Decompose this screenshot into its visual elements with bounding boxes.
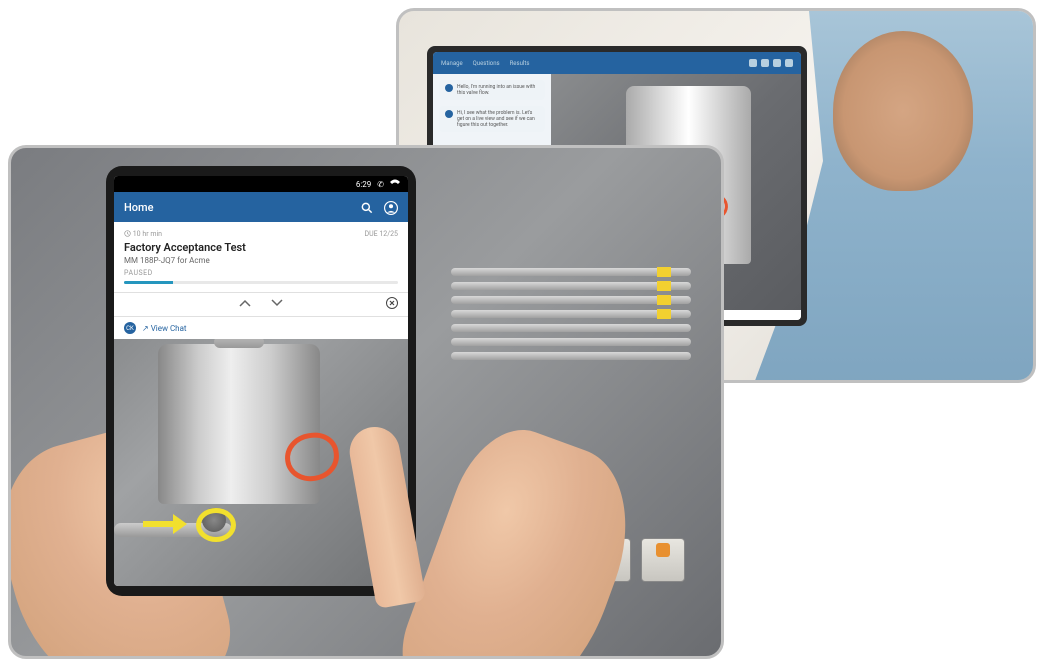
equipment-tank [158, 344, 320, 505]
nav-up-button[interactable] [239, 299, 251, 310]
app-header-bar: Manage Questions Results [433, 52, 801, 74]
chat-avatar-badge: CK [124, 322, 136, 334]
task-subtitle: MM 188P-JQ7 for Acme [124, 256, 398, 265]
chat-message[interactable]: Hello, I'm running into an issue with th… [439, 80, 545, 100]
status-time: 6:29 [356, 180, 371, 189]
settings-icon[interactable] [761, 59, 769, 67]
profile-icon[interactable] [384, 200, 398, 214]
task-duration: 10 hr min [124, 230, 162, 238]
pipe [451, 352, 691, 360]
task-title: Factory Acceptance Test [124, 241, 398, 254]
yellow-annotation-arrow [143, 521, 183, 527]
header-action-icons [749, 59, 793, 67]
help-icon[interactable] [773, 59, 781, 67]
pipe [451, 282, 691, 290]
avatar [445, 84, 453, 92]
task-nav-row [114, 293, 408, 317]
nav-down-button[interactable] [271, 299, 283, 310]
control-box [641, 538, 685, 582]
notification-icon[interactable] [749, 59, 757, 67]
chat-message[interactable]: Hi, I see what the problem is. Let's get… [439, 106, 545, 132]
pipe-tag [657, 281, 671, 291]
task-due-date: DUE 12/25 [365, 230, 398, 238]
pipe-tag [657, 295, 671, 305]
tablet-scene-card: 6:29 ✆ Home [8, 145, 724, 659]
chat-text: Hi, I see what the problem is. Let's get… [457, 110, 539, 128]
task-progress-bar [124, 281, 398, 284]
avatar [445, 110, 453, 118]
search-icon[interactable] [360, 200, 374, 214]
pipe-rack [451, 268, 691, 468]
tab-manage[interactable]: Manage [441, 60, 463, 67]
pipe [451, 338, 691, 346]
app-header: Home [114, 192, 408, 222]
tab-results[interactable]: Results [510, 60, 530, 67]
pipe [451, 324, 691, 332]
task-card[interactable]: 10 hr min DUE 12/25 Factory Acceptance T… [114, 222, 408, 293]
view-chat-link[interactable]: ↗ View Chat [142, 324, 187, 333]
wifi-icon [390, 179, 400, 189]
chat-text: Hello, I'm running into an issue with th… [457, 84, 539, 96]
phone-icon: ✆ [377, 180, 384, 189]
header-tabs: Manage Questions Results [441, 60, 529, 67]
pipe [451, 296, 691, 304]
pipe-tag [657, 309, 671, 319]
close-button[interactable] [386, 297, 398, 312]
pipe [451, 268, 691, 276]
status-bar: 6:29 ✆ [114, 176, 408, 192]
task-status: PAUSED [124, 269, 398, 277]
pipe [451, 310, 691, 318]
tab-questions[interactable]: Questions [473, 60, 500, 67]
pipe-tag [657, 267, 671, 277]
page-title: Home [124, 201, 154, 214]
profile-icon[interactable] [785, 59, 793, 67]
yellow-annotation-circle [196, 508, 236, 542]
task-meta-row: 10 hr min DUE 12/25 [124, 230, 398, 238]
view-chat-row[interactable]: CK ↗ View Chat [114, 317, 408, 339]
task-progress-fill [124, 281, 173, 284]
header-actions [360, 200, 398, 214]
